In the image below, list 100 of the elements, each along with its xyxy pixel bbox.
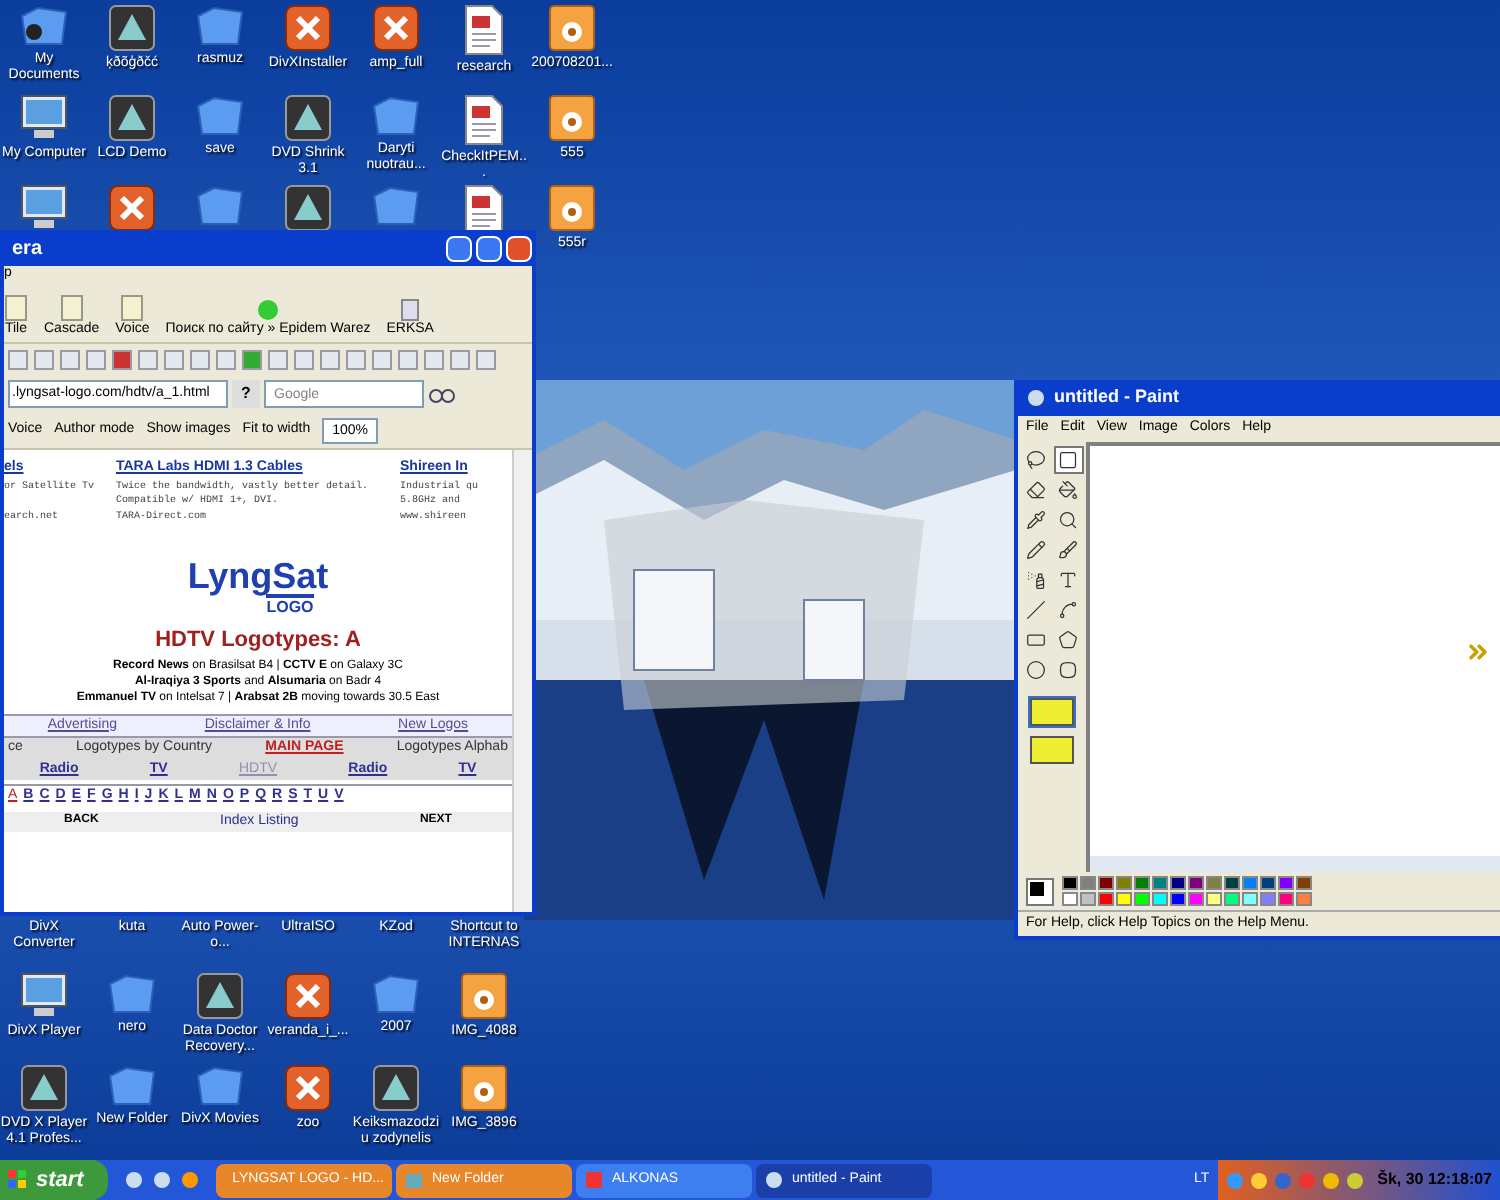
palette-swatch[interactable] [1260,892,1276,906]
palette-swatch[interactable] [1278,876,1294,890]
tool-button[interactable] [1021,536,1051,564]
tool-button[interactable] [1053,446,1083,474]
tool-button[interactable] [1021,446,1051,474]
shapes-option-icon [1030,698,1074,726]
application-icon [284,4,332,52]
document-icon [462,184,506,236]
palette-swatch[interactable] [1098,876,1114,890]
palette-swatch[interactable] [1242,892,1258,906]
palette-swatch[interactable] [1242,876,1258,890]
palette-swatch[interactable] [1152,892,1168,906]
palette-swatch[interactable] [1206,876,1222,890]
palette-swatch[interactable] [1224,892,1240,906]
image-file-icon [460,1064,508,1112]
palette-swatch[interactable] [1134,876,1150,890]
image-file-icon [548,94,596,142]
magnifier-icon [1058,510,1078,530]
folder-icon [404,1170,424,1190]
palette-swatch[interactable] [1260,876,1276,890]
tool-button[interactable] [1053,626,1083,654]
shapes-option-icon [1030,736,1074,764]
palette-swatch[interactable] [1098,892,1114,906]
palette-swatch[interactable] [1224,876,1240,890]
application-icon [284,94,332,142]
tool-button[interactable] [1021,476,1051,504]
current-colors-icon [1026,877,1054,905]
tool-button[interactable] [1021,596,1051,624]
clock: Šk, 30 12:18:07 [1377,1168,1492,1192]
application-icon [284,184,332,232]
palette-swatch[interactable] [1170,892,1186,906]
transparency-option[interactable] [1028,734,1076,766]
application-icon [196,972,244,1020]
folder-icon [370,972,422,1016]
app-icon [584,1170,604,1190]
logo-title: LyngSat [187,558,329,594]
image-file-icon [548,4,596,52]
window-title: era [12,235,43,263]
palette-swatch[interactable] [1116,876,1132,890]
start-button[interactable]: start [0,1160,108,1200]
selection-icon [1058,450,1078,470]
help-button[interactable]: ? [232,380,260,408]
document-icon [462,94,506,146]
application-icon [372,1064,420,1112]
application-icon [108,4,156,52]
polygon-icon [1058,630,1078,650]
brush-icon [1058,540,1078,560]
close-button[interactable] [506,235,532,261]
computer-icon [18,184,70,232]
computer-icon [18,972,70,1020]
windows-logo-icon [8,1170,28,1190]
maximize-button[interactable] [476,235,502,261]
page-icon [400,298,421,322]
page-heading: HDTV Logotypes: A [155,626,361,656]
line-icon [1026,600,1046,620]
document-icon [462,4,506,56]
folder-icon [370,94,422,138]
palette-swatch[interactable] [1152,876,1168,890]
image-file-icon [460,972,508,1020]
lasso-icon [1026,450,1046,470]
window-title: untitled - Paint [1054,384,1179,411]
palette-swatch[interactable] [1170,876,1186,890]
vertical-scrollbar[interactable] [512,450,532,912]
application-icon [284,972,332,1020]
computer-icon [18,94,70,142]
palette-swatch[interactable] [1116,892,1132,906]
palette-swatch[interactable] [1080,876,1096,890]
tool-button[interactable] [1053,536,1083,564]
minimize-button[interactable] [446,235,472,261]
documents-folder-icon [18,4,70,48]
logo-subtitle: LOGO [266,594,314,616]
ellipse-icon [1026,660,1046,680]
folder-icon [106,972,158,1016]
transparency-option[interactable] [1028,696,1076,728]
folder-icon [106,1064,158,1108]
application-icon [108,184,156,232]
pencil-icon [1026,540,1046,560]
palette-swatch[interactable] [1278,892,1294,906]
image-file-icon [548,184,596,232]
tool-button[interactable] [1053,476,1083,504]
palette-swatch[interactable] [1296,892,1312,906]
palette-swatch[interactable] [1188,876,1204,890]
curve-icon [1058,600,1078,620]
palette-swatch[interactable] [1062,876,1078,890]
palette-swatch[interactable] [1134,892,1150,906]
application-icon [372,4,420,52]
tool-button[interactable] [1021,656,1051,684]
folder-icon [194,4,246,48]
window-icon [59,294,84,322]
palette-swatch[interactable] [1062,892,1078,906]
palette-swatch[interactable] [1206,892,1222,906]
palette-swatch[interactable] [1188,892,1204,906]
application-icon [284,1064,332,1112]
folder-icon [194,1064,246,1108]
palette-swatch[interactable] [1296,876,1312,890]
eraser-icon [1026,480,1046,500]
horizontal-scrollbar[interactable] [1090,856,1500,872]
pipette-icon [1026,510,1046,530]
palette-swatch[interactable] [1080,892,1096,906]
letter-icon [1058,570,1078,590]
